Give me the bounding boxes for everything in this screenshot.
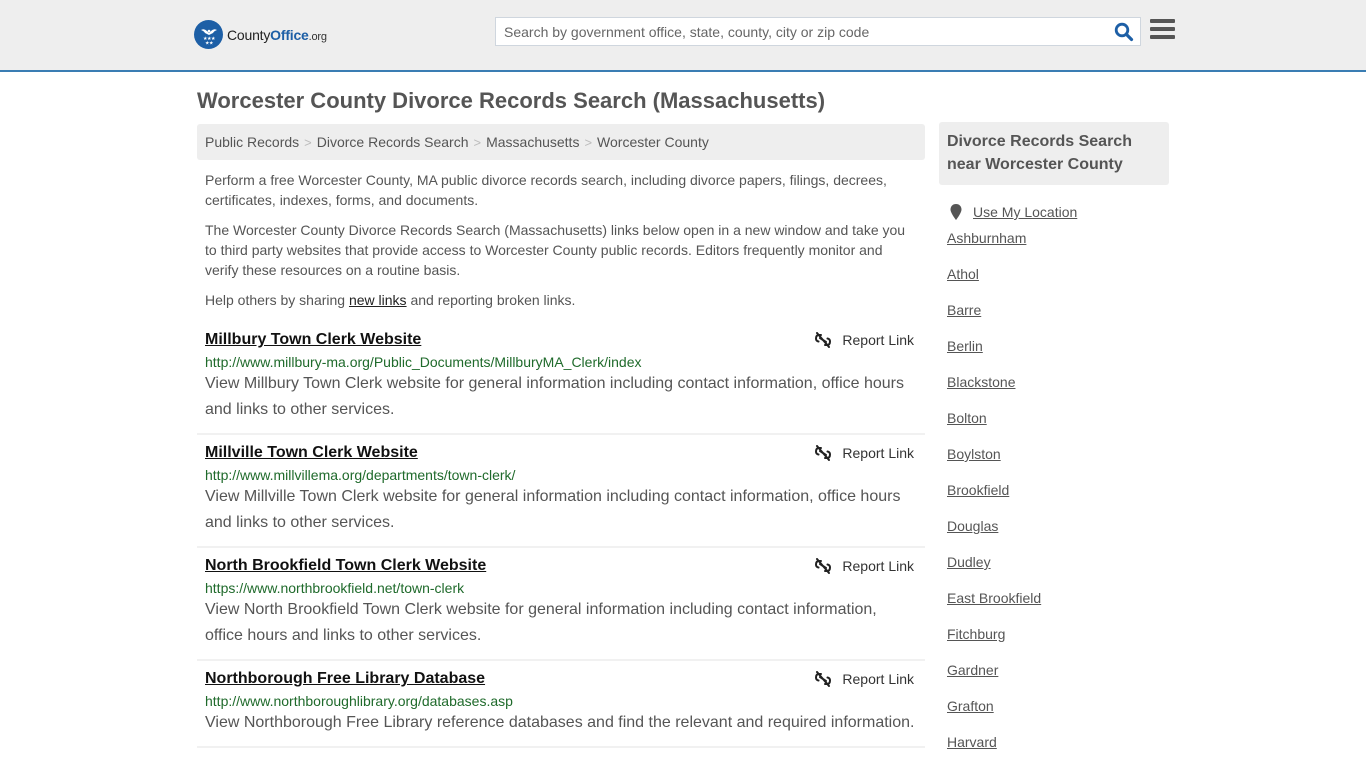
report-link-button[interactable]: Report Link: [815, 445, 914, 461]
intro-paragraph-1: Perform a free Worcester County, MA publ…: [205, 172, 887, 208]
report-link-label: Report Link: [842, 671, 914, 687]
intro-paragraph-3: Help others by sharing new links and rep…: [205, 290, 917, 310]
use-my-location-link[interactable]: Use My Location: [973, 204, 1077, 220]
report-link-label: Report Link: [842, 558, 914, 574]
nearby-locations-list: Ashburnham Athol Barre Berlin Blackstone…: [939, 228, 1169, 768]
search-box: [495, 17, 1141, 46]
new-links-link[interactable]: new links: [349, 292, 407, 308]
location-item: Grafton: [947, 696, 1169, 732]
site-header: ★ ★ ★ ★ ★ CountyOffice.org: [0, 0, 1366, 72]
location-link[interactable]: East Brookfield: [947, 590, 1041, 606]
report-link-button[interactable]: Report Link: [815, 671, 914, 687]
location-link[interactable]: Douglas: [947, 518, 998, 534]
location-link[interactable]: Fitchburg: [947, 626, 1005, 642]
result-description: View North Brookfield Town Clerk website…: [205, 601, 877, 644]
report-link-button[interactable]: Report Link: [815, 332, 914, 348]
result-title-link[interactable]: Millville Town Clerk Website: [205, 444, 418, 462]
search-icon[interactable]: [1114, 22, 1134, 42]
broken-link-icon: [815, 332, 832, 348]
result-url[interactable]: http://www.millvillema.org/departments/t…: [205, 467, 917, 483]
page-title: Worcester County Divorce Records Search …: [197, 88, 826, 113]
broken-link-icon: [815, 445, 832, 461]
location-item: Dudley: [947, 552, 1169, 588]
location-item: Harvard: [947, 732, 1169, 768]
breadcrumb-separator: >: [473, 135, 482, 150]
result-description: View Millville Town Clerk website for ge…: [205, 488, 901, 531]
result-item: Northborough Free Library Database Repor…: [197, 661, 925, 748]
search-input[interactable]: [496, 18, 1096, 45]
result-url[interactable]: http://www.millbury-ma.org/Public_Docume…: [205, 354, 917, 370]
breadcrumb-separator: >: [304, 135, 312, 150]
sidebar: Divorce Records Search near Worcester Co…: [939, 122, 1169, 768]
breadcrumb: Public Records > Divorce Records Search > Ma…: [197, 124, 925, 160]
location-item: Ashburnham: [947, 228, 1169, 264]
breadcrumb-public-records[interactable]: Public Records: [205, 134, 299, 150]
location-link[interactable]: Bolton: [947, 410, 987, 426]
result-item: Millville Town Clerk Website Report Link…: [197, 435, 925, 548]
location-link[interactable]: Dudley: [947, 554, 991, 570]
location-link[interactable]: Athol: [947, 266, 979, 282]
map-pin-icon: [950, 204, 962, 220]
location-item: Douglas: [947, 516, 1169, 552]
broken-link-icon: [815, 671, 832, 687]
location-item: Berlin: [947, 336, 1169, 372]
breadcrumb-divorce-records-search[interactable]: Divorce Records Search: [317, 134, 469, 150]
location-item: Gardner: [947, 660, 1169, 696]
location-item: Bolton: [947, 408, 1169, 444]
eagle-stars-badge-icon: ★ ★ ★ ★ ★: [194, 20, 223, 49]
broken-link-icon: [815, 558, 832, 574]
report-link-button[interactable]: Report Link: [815, 558, 914, 574]
report-link-label: Report Link: [842, 332, 914, 348]
location-link[interactable]: Ashburnham: [947, 230, 1026, 246]
logo-wordmark: CountyOffice.org: [227, 26, 327, 43]
result-title-link[interactable]: Northborough Free Library Database: [205, 670, 485, 688]
location-link[interactable]: Boylston: [947, 446, 1001, 462]
location-item: Boylston: [947, 444, 1169, 480]
result-title-link[interactable]: Millbury Town Clerk Website: [205, 331, 421, 349]
location-link[interactable]: Brookfield: [947, 482, 1009, 498]
location-item: Athol: [947, 264, 1169, 300]
help-text-end: and reporting broken links.: [406, 292, 576, 308]
site-logo[interactable]: ★ ★ ★ ★ ★ CountyOffice.org: [194, 20, 327, 49]
use-my-location: Use My Location: [939, 204, 1169, 220]
result-item: North Brookfield Town Clerk Website Repo…: [197, 548, 925, 661]
breadcrumb-massachusetts[interactable]: Massachusetts: [486, 134, 579, 150]
result-description: View Millbury Town Clerk website for gen…: [205, 375, 905, 418]
location-link[interactable]: Harvard: [947, 734, 997, 750]
results-list: Millbury Town Clerk Website Report Link …: [197, 322, 925, 748]
result-description: View Northborough Free Library reference…: [205, 714, 915, 731]
location-link[interactable]: Barre: [947, 302, 981, 318]
location-item: Fitchburg: [947, 624, 1169, 660]
svg-text:★: ★: [209, 40, 214, 46]
result-url[interactable]: https://www.northbrookfield.net/town-cle…: [205, 580, 917, 596]
location-item: Barre: [947, 300, 1169, 336]
hamburger-menu-icon[interactable]: [1150, 19, 1175, 43]
location-link[interactable]: Gardner: [947, 662, 998, 678]
breadcrumb-separator: >: [584, 135, 593, 150]
intro-paragraph-2: The Worcester County Divorce Records Sea…: [205, 222, 906, 278]
location-item: East Brookfield: [947, 588, 1169, 624]
location-link[interactable]: Berlin: [947, 338, 983, 354]
result-item: Millbury Town Clerk Website Report Link …: [197, 322, 925, 435]
location-item: Brookfield: [947, 480, 1169, 516]
location-link[interactable]: Grafton: [947, 698, 994, 714]
location-item: Blackstone: [947, 372, 1169, 408]
report-link-label: Report Link: [842, 445, 914, 461]
sidebar-heading: Divorce Records Search near Worcester Co…: [939, 122, 1169, 185]
result-url[interactable]: http://www.northboroughlibrary.org/datab…: [205, 693, 917, 709]
result-title-link[interactable]: North Brookfield Town Clerk Website: [205, 557, 486, 575]
breadcrumb-worcester-county[interactable]: Worcester County: [597, 134, 709, 150]
location-link[interactable]: Blackstone: [947, 374, 1015, 390]
help-text: Help others by sharing: [205, 292, 349, 308]
